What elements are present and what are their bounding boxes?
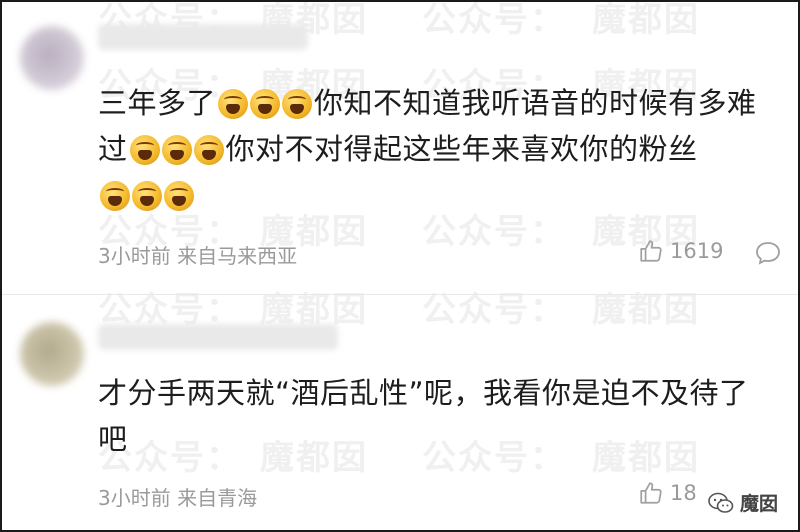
angry-crying-face-emoji-icon	[193, 135, 224, 165]
wechat-logo-icon	[708, 492, 734, 513]
angry-crying-face-emoji-icon	[164, 181, 194, 211]
avatar[interactable]	[20, 322, 84, 386]
angry-crying-face-emoji-icon	[282, 89, 313, 119]
brand-name: 魔囡	[739, 493, 778, 515]
username-blurred[interactable]	[98, 324, 338, 350]
angry-crying-face-emoji-icon	[161, 135, 192, 165]
emoji-group	[100, 181, 194, 211]
emoji-group	[218, 89, 313, 119]
angry-crying-face-emoji-icon	[100, 181, 130, 211]
angry-crying-face-emoji-icon	[218, 89, 249, 119]
angry-crying-face-emoji-icon	[129, 135, 160, 165]
thumbs-up-icon	[640, 482, 662, 504]
comment-text: 三年多了 你知不知道我听语音的时候有多难过 你对不对得起这些年来喜欢你的粉丝	[98, 80, 762, 218]
brand-watermark: 魔囡	[701, 487, 784, 518]
angry-crying-face-emoji-icon	[132, 181, 162, 211]
comment-time: 3小时前	[98, 486, 171, 510]
angry-crying-face-emoji-icon	[250, 89, 281, 119]
reply-bubble-icon[interactable]	[754, 240, 782, 266]
comment-time: 3小时前	[98, 244, 171, 268]
comment-location: 来自青海	[177, 486, 258, 510]
like-button[interactable]: 1619	[638, 238, 723, 264]
emoji-group	[129, 135, 224, 165]
like-count: 1619	[670, 239, 724, 263]
comment-item: 才分手两天就“酒后乱性”呢，我看你是迫不及待了吧 3小时前 来自青海 18	[2, 294, 798, 530]
comment-item: 三年多了 你知不知道我听语音的时候有多难过 你对不对得起这些年来喜欢你的粉丝 3小时…	[2, 2, 798, 294]
thumbs-up-icon	[640, 240, 662, 262]
like-count: 18	[670, 481, 697, 505]
screenshot-frame: 公众号： 魔都囡 公众号： 魔都囡 公众号： 魔都囡 公众号： 魔都囡 公众号：…	[0, 0, 800, 532]
avatar[interactable]	[20, 26, 84, 90]
comment-location: 来自马来西亚	[177, 244, 298, 268]
like-button[interactable]: 18	[638, 480, 697, 506]
comment-text-part: 三年多了	[98, 86, 217, 120]
username-blurred[interactable]	[98, 24, 308, 50]
comment-text-part: 你对不对得起这些年来喜欢你的粉丝	[225, 132, 698, 166]
comment-meta: 3小时前 来自青海	[98, 482, 257, 511]
comment-text: 才分手两天就“酒后乱性”呢，我看你是迫不及待了吧	[98, 376, 749, 456]
comment-meta: 3小时前 来自马来西亚	[98, 240, 297, 269]
